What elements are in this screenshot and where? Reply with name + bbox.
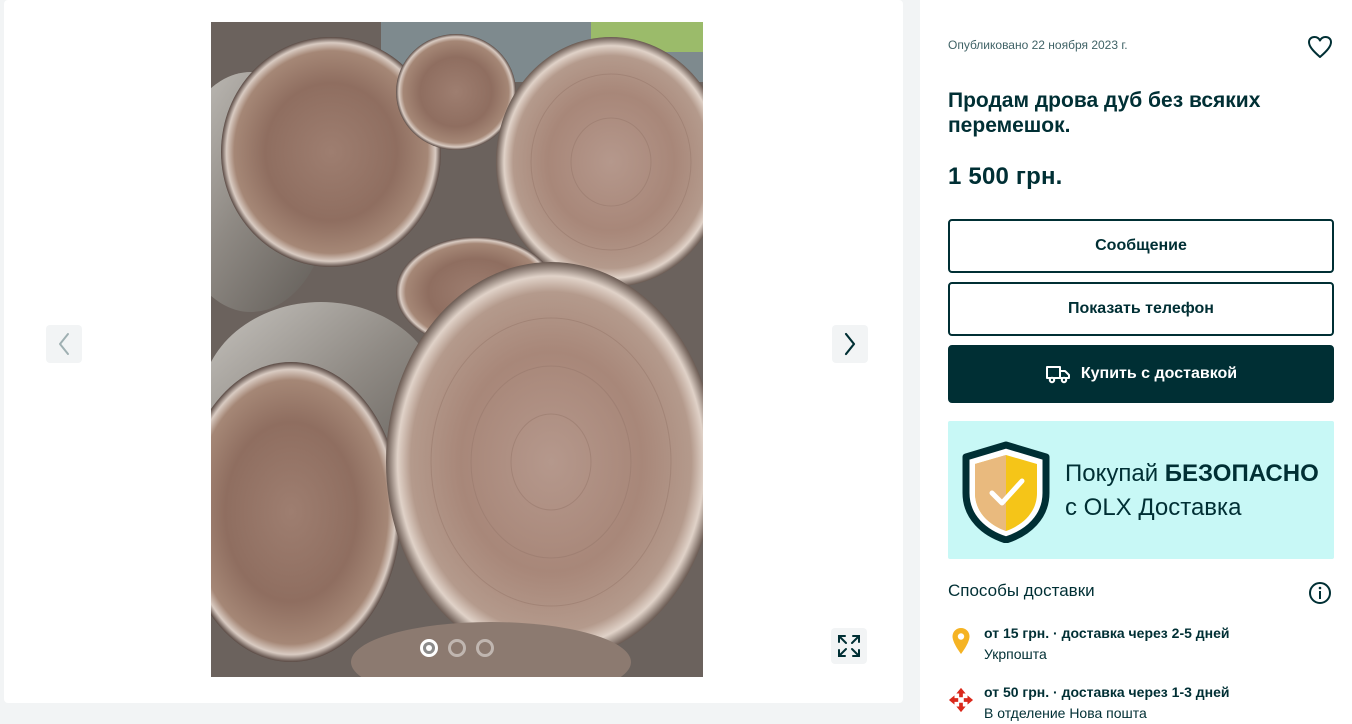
listing-price: 1 500 грн. <box>948 163 1063 190</box>
pagination-dot[interactable] <box>420 639 438 657</box>
buy-with-delivery-label: Купить с доставкой <box>1080 365 1238 382</box>
fullscreen-button[interactable] <box>831 628 867 664</box>
pagination-dot[interactable] <box>448 639 466 657</box>
nova-poshta-logo-icon <box>948 686 974 714</box>
delivery-option-nova-poshta: от 50 грн. · доставка через 1-3 дней В о… <box>948 684 1338 724</box>
next-photo-button[interactable] <box>832 325 868 363</box>
show-phone-button-label: Показать телефон <box>1068 300 1214 317</box>
published-date: Опубликовано 22 ноября 2023 г. <box>948 38 1128 52</box>
banner-line1-bold: БЕЗОПАСНО <box>1164 460 1319 487</box>
expand-icon <box>838 635 860 657</box>
photo-gallery <box>4 0 903 703</box>
delivery-methods-heading: Способы доставки <box>948 581 1095 600</box>
pagination-dot[interactable] <box>476 639 494 657</box>
chevron-left-icon <box>59 333 69 355</box>
shield-check-icon <box>962 441 1050 543</box>
listing-sidebar: Опубликовано 22 ноября 2023 г. Продам др… <box>920 0 1352 724</box>
firewood-image <box>211 22 703 677</box>
heart-icon <box>1308 36 1332 58</box>
delivery-option-carrier: Укрпошта <box>984 646 1047 662</box>
show-phone-button[interactable]: Показать телефон <box>948 282 1334 336</box>
prev-photo-button[interactable] <box>46 325 82 363</box>
banner-text: Покупай БЕЗОПАСНО с OLX Доставка <box>1065 457 1319 525</box>
chevron-right-icon <box>844 332 856 356</box>
info-icon <box>1309 582 1331 604</box>
delivery-option-price: от 15 грн. · доставка через 2-5 дней <box>984 625 1230 641</box>
favorite-button[interactable] <box>1306 33 1334 61</box>
listing-photo[interactable] <box>211 22 703 677</box>
listing-title: Продам дрова дуб без всяких перемешок. <box>948 89 1261 137</box>
banner-line2: с OLX Доставка <box>1065 494 1242 521</box>
buy-with-delivery-button[interactable]: Купить с доставкой <box>948 345 1334 403</box>
photo-pagination <box>420 639 494 657</box>
map-pin-icon <box>948 627 974 655</box>
truck-icon <box>1045 366 1070 384</box>
delivery-info-button[interactable] <box>1308 581 1332 610</box>
message-button-label: Сообщение <box>1095 237 1187 254</box>
safe-purchase-banner[interactable]: Покупай БЕЗОПАСНО с OLX Доставка <box>948 421 1334 559</box>
message-button[interactable]: Сообщение <box>948 219 1334 273</box>
delivery-option-ukrposhta: от 15 грн. · доставка через 2-5 дней Укр… <box>948 625 1338 665</box>
delivery-option-carrier: В отделение Нова пошта <box>984 705 1147 721</box>
delivery-option-price: от 50 грн. · доставка через 1-3 дней <box>984 684 1230 700</box>
banner-line1-prefix: Покупай <box>1065 460 1165 487</box>
